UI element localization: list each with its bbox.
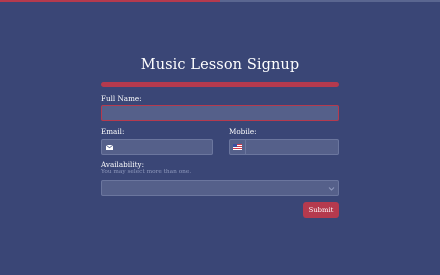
us-flag-icon[interactable] [229,139,246,155]
availability-select[interactable] [101,180,339,196]
envelope-icon [101,139,117,155]
progress-track [0,0,440,2]
chevron-down-icon [328,187,335,191]
title-accent-bar [101,82,339,87]
page-title: Music Lesson Signup [140,57,300,73]
submit-button[interactable]: Submit [303,202,339,218]
email-input[interactable] [101,139,213,155]
full-name-input[interactable] [101,105,339,121]
mobile-label: Mobile: [229,127,257,136]
email-label: Email: [101,127,125,136]
availability-label: Availability: [101,160,144,169]
progress-fill [0,0,220,2]
availability-hint: You may select more than one. [101,169,192,175]
full-name-label: Full Name: [101,94,142,103]
